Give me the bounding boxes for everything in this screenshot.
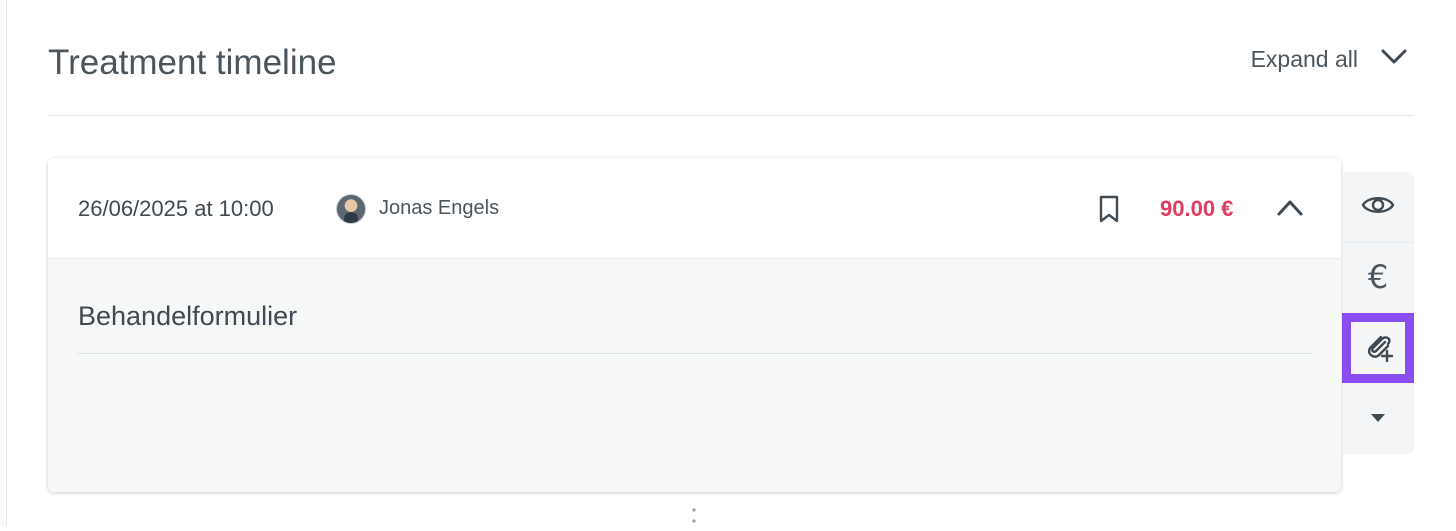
appointment-card-header[interactable]: 26/06/2025 at 10:00 Jonas Engels 90.00 € <box>48 158 1341 259</box>
therapist-name: Jonas Engels <box>379 197 500 219</box>
expand-all-label: Expand all <box>1250 46 1358 72</box>
add-attachment-button[interactable] <box>1342 313 1414 383</box>
bookmark-icon[interactable] <box>1098 195 1120 223</box>
timeline-header: Treatment timeline Expand all <box>48 0 1414 116</box>
euro-icon: € <box>1367 258 1389 296</box>
timeline-connector-dots <box>692 506 696 526</box>
attachment-add-icon <box>1362 330 1394 367</box>
page-title: Treatment timeline <box>48 43 337 82</box>
chevron-up-icon[interactable] <box>1276 196 1304 220</box>
caret-down-icon <box>1370 410 1386 428</box>
appointment-datetime: 26/06/2025 at 10:00 <box>78 196 274 221</box>
more-options-button[interactable] <box>1342 384 1414 454</box>
view-button[interactable] <box>1342 172 1414 243</box>
appointment-card: 26/06/2025 at 10:00 Jonas Engels 90.00 €… <box>48 158 1341 492</box>
form-divider <box>78 353 1312 354</box>
eye-icon <box>1361 193 1395 222</box>
form-title: Behandelformulier <box>78 301 298 331</box>
expand-all-button[interactable]: Expand all <box>1251 46 1408 73</box>
avatar <box>336 194 366 224</box>
appointment-card-body: Behandelformulier <box>48 259 1341 492</box>
left-panel-border <box>0 0 7 526</box>
chevron-down-icon <box>1380 48 1408 71</box>
payment-button[interactable]: € <box>1342 242 1414 312</box>
appointment-price: 90.00 € <box>1160 196 1234 221</box>
